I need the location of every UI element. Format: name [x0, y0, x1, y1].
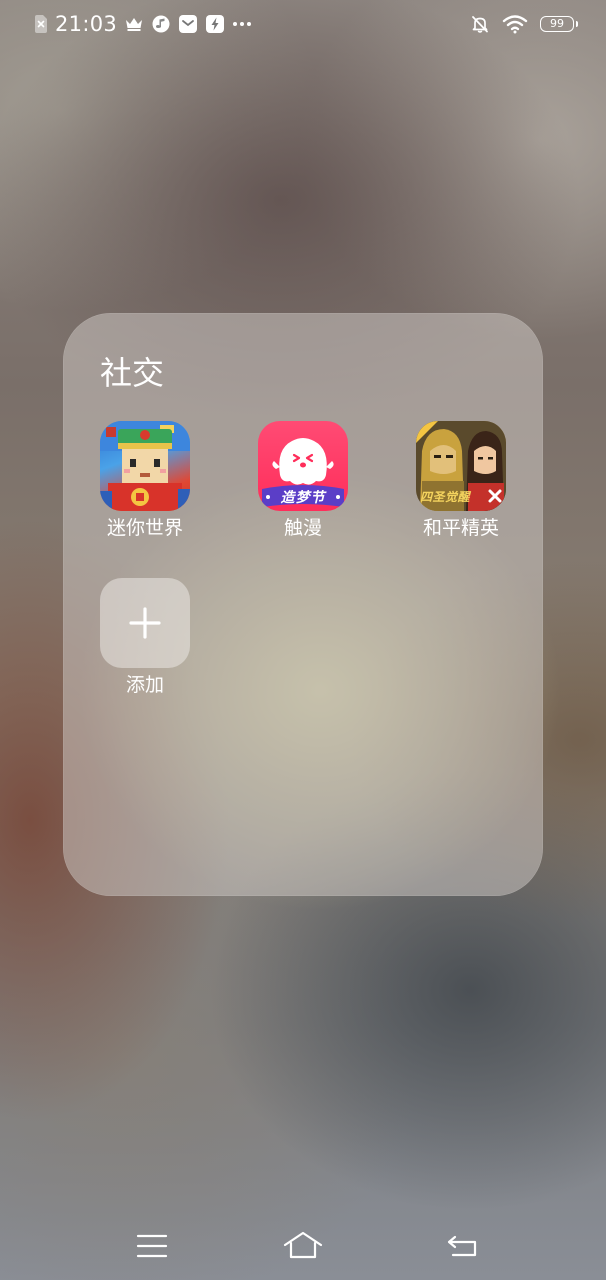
app-chuman[interactable]: 造梦节 触漫	[243, 421, 363, 541]
chuman-badge-text: 造梦节	[280, 490, 326, 506]
bell-off-icon	[470, 14, 490, 34]
app-label: 添加	[125, 674, 164, 696]
app-label: 迷你世界	[106, 517, 183, 539]
mini-world-icon[interactable]	[100, 421, 190, 511]
crown-icon	[124, 16, 144, 32]
app-label: 触漫	[283, 517, 322, 539]
app-label: 和平精英	[422, 517, 499, 539]
music-app-icon	[151, 14, 171, 34]
back-button[interactable]	[440, 1228, 484, 1264]
plus-icon	[129, 607, 161, 639]
app-folder: 社交 迷你世界 造梦节 触漫 四圣觉醒 和平精英 添加	[63, 313, 543, 896]
menu-button[interactable]	[130, 1228, 174, 1264]
status-bar-left: 21:03	[34, 10, 252, 38]
battery-level: 99	[550, 17, 564, 30]
app-mini-world[interactable]: 迷你世界	[85, 421, 205, 541]
add-app-button[interactable]: 添加	[85, 578, 205, 698]
wifi-icon	[502, 14, 528, 34]
peace-elite-badge-text: 四圣觉醒	[420, 490, 471, 504]
status-bar: 21:03 99	[0, 0, 606, 48]
app-peace-elite[interactable]: 四圣觉醒 和平精英	[401, 421, 521, 541]
add-icon-tile[interactable]	[100, 578, 190, 668]
battery-icon: 99	[540, 16, 578, 32]
sim-off-icon	[34, 14, 48, 34]
peace-elite-icon[interactable]: 四圣觉醒	[416, 421, 506, 511]
mail-app-icon	[178, 14, 198, 34]
home-icon	[283, 1231, 323, 1259]
folder-title[interactable]: 社交	[100, 351, 164, 395]
home-button[interactable]	[281, 1228, 325, 1264]
menu-icon	[136, 1234, 168, 1258]
more-dots-icon	[232, 20, 252, 28]
status-bar-right: 99	[470, 10, 578, 38]
clock-time: 21:03	[55, 12, 118, 36]
back-icon	[447, 1235, 477, 1257]
bolt-app-icon	[205, 14, 225, 34]
chuman-icon[interactable]: 造梦节	[258, 421, 348, 511]
navigation-bar	[0, 1210, 606, 1280]
